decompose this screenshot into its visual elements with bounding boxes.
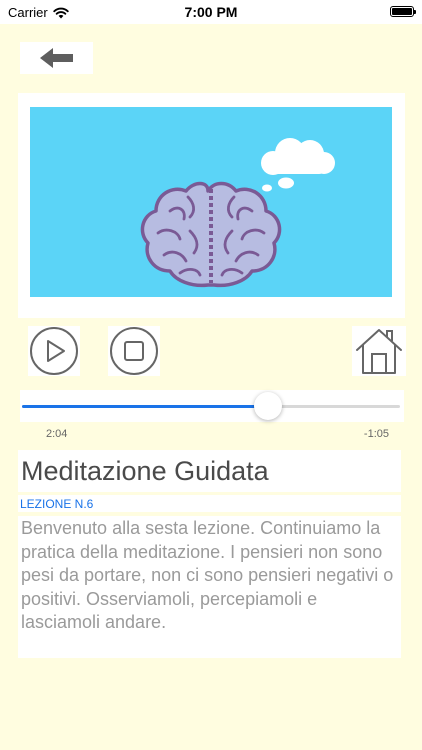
elapsed-time: 2:04 — [46, 428, 68, 440]
stop-icon — [110, 327, 158, 375]
title-container: Meditazione Guidata — [18, 450, 401, 492]
lesson-illustration — [30, 107, 392, 297]
slider-track[interactable] — [22, 405, 400, 408]
back-button[interactable] — [20, 42, 93, 74]
brain-icon — [140, 181, 282, 288]
description-container: Benvenuto alla sesta lezione. Continuiam… — [18, 516, 401, 658]
home-icon — [356, 329, 402, 374]
media-frame — [18, 93, 405, 318]
status-bar: Carrier 7:00 PM — [0, 0, 422, 24]
home-button[interactable] — [352, 326, 406, 376]
lesson-container: LEZIONE N.6 — [18, 495, 401, 512]
play-icon — [30, 327, 78, 375]
arrow-left-icon — [39, 48, 73, 68]
stop-button[interactable] — [108, 326, 160, 376]
brain-illustration — [140, 138, 335, 288]
lesson-number: LEZIONE N.6 — [20, 497, 94, 511]
status-time: 7:00 PM — [184, 4, 238, 20]
thought-cloud-icon — [261, 138, 335, 192]
slider-thumb[interactable] — [253, 392, 282, 420]
battery-icon — [390, 6, 416, 17]
slider-fill — [22, 405, 268, 408]
lesson-description: Benvenuto alla sesta lezione. Continuiam… — [21, 518, 394, 632]
play-button[interactable] — [28, 326, 80, 376]
progress-slider[interactable] — [20, 390, 404, 422]
remaining-time: -1:05 — [363, 428, 389, 440]
page-title: Meditazione Guidata — [21, 456, 269, 486]
